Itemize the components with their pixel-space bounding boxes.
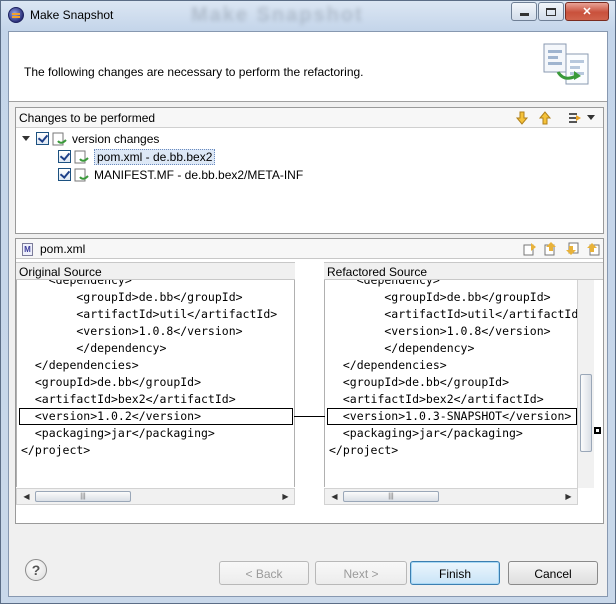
code-line: <artifactId>bex2</artifactId> <box>329 392 544 406</box>
code-line: </project> <box>329 443 399 457</box>
dialog-client-area: The following changes are necessary to p… <box>8 31 608 597</box>
close-icon: ✕ <box>582 6 592 18</box>
copy-all-right-to-left-icon[interactable] <box>522 241 538 257</box>
tree-item-pom[interactable]: pom.xml - de.bb.bex2 <box>58 148 216 165</box>
wizard-header: The following changes are necessary to p… <box>9 32 607 102</box>
compare-panel: M pom.xml Original Source Refactored Sou… <box>15 238 604 524</box>
checkbox-pom[interactable] <box>58 150 71 163</box>
diff-connector <box>294 416 325 417</box>
refactored-horizontal-scrollbar[interactable]: ◀ ||| ▶ <box>324 488 578 505</box>
file-change-icon <box>74 150 89 163</box>
changes-panel-title: Changes to be performed <box>19 111 156 125</box>
changes-panel-header: Changes to be performed <box>16 108 603 128</box>
window-title: Make Snapshot <box>30 8 114 22</box>
refactored-source-pane[interactable]: <dependency> <groupId>de.bb</groupId> <a… <box>324 280 578 487</box>
tree-item-version-changes[interactable]: version changes <box>22 130 159 147</box>
original-source-pane[interactable]: <dependency> <groupId>de.bb</groupId> <a… <box>16 280 295 487</box>
code-line: <packaging>jar</packaging> <box>329 426 523 440</box>
original-source-label: Original Source <box>16 262 295 280</box>
scroll-right-arrow-icon[interactable]: ▶ <box>561 489 576 504</box>
minimize-button[interactable] <box>511 2 537 21</box>
scrollbar-thumb[interactable]: ||| <box>35 491 131 502</box>
header-message: The following changes are necessary to p… <box>24 65 364 79</box>
previous-difference-icon[interactable] <box>585 241 601 257</box>
refactoring-wizard-icon <box>543 43 589 85</box>
scroll-left-arrow-icon[interactable]: ◀ <box>327 489 342 504</box>
tree-item-manifest[interactable]: MANIFEST.MF - de.bb.bex2/META-INF <box>58 166 303 183</box>
changes-panel: Changes to be performed version changes … <box>15 107 604 234</box>
code-line: <version>1.0.8</version> <box>329 324 551 338</box>
diff-gutter <box>294 280 325 487</box>
back-button[interactable]: < Back <box>219 561 309 585</box>
checkbox-version-changes[interactable] <box>36 132 49 145</box>
xml-file-icon: M <box>22 243 33 256</box>
code-line: <artifactId>util</artifactId> <box>21 307 278 321</box>
previous-change-icon[interactable] <box>537 110 553 126</box>
cancel-button[interactable]: Cancel <box>508 561 598 585</box>
code-line: <version>1.0.8</version> <box>21 324 243 338</box>
copy-current-change-icon[interactable] <box>543 241 559 257</box>
vertical-scrollbar[interactable] <box>577 280 594 488</box>
help-button[interactable]: ? <box>25 559 47 581</box>
changed-line-highlight <box>327 408 577 425</box>
code-line: <artifactId>util</artifactId> <box>329 307 578 321</box>
code-line: <groupId>de.bb</groupId> <box>21 375 202 389</box>
composite-change-icon <box>52 132 67 145</box>
code-line: <packaging>jar</packaging> <box>21 426 215 440</box>
next-button[interactable]: Next > <box>315 561 407 585</box>
finish-button[interactable]: Finish <box>410 561 500 585</box>
dialog-window: Make Snapshot Make Snapshot ✕ The follow… <box>0 0 616 604</box>
changed-line-highlight <box>19 408 293 425</box>
code-line: </project> <box>21 443 91 457</box>
close-button[interactable]: ✕ <box>565 2 609 21</box>
help-icon: ? <box>31 562 41 578</box>
tree-item-label: pom.xml - de.bb.bex2 <box>94 148 216 165</box>
checkbox-manifest[interactable] <box>58 168 71 181</box>
tree-item-label: MANIFEST.MF - de.bb.bex2/META-INF <box>94 167 304 182</box>
title-bar[interactable]: Make Snapshot Make Snapshot ✕ <box>1 1 615 31</box>
compare-file-title: pom.xml <box>40 242 86 256</box>
code-line: </dependency> <box>329 341 475 355</box>
code-line: </dependencies> <box>21 358 139 372</box>
refactored-source-label: Refactored Source <box>324 262 603 280</box>
scroll-right-arrow-icon[interactable]: ▶ <box>278 489 293 504</box>
view-menu-icon[interactable] <box>587 115 595 120</box>
file-change-icon <box>74 168 89 181</box>
change-filter-icon[interactable] <box>567 110 583 126</box>
code-line: <artifactId>bex2</artifactId> <box>21 392 236 406</box>
code-line: </dependency> <box>21 341 167 355</box>
maximize-icon <box>546 7 556 16</box>
scroll-left-arrow-icon[interactable]: ◀ <box>19 489 34 504</box>
minimize-icon <box>519 13 529 16</box>
code-line: <dependency> <box>21 280 132 287</box>
overview-change-marker[interactable] <box>594 427 601 434</box>
original-horizontal-scrollbar[interactable]: ◀ ||| ▶ <box>16 488 295 505</box>
code-line: </dependencies> <box>329 358 447 372</box>
next-change-icon[interactable] <box>514 110 530 126</box>
code-line: <groupId>de.bb</groupId> <box>329 375 510 389</box>
maximize-button[interactable] <box>538 2 564 21</box>
scrollbar-thumb[interactable]: ||| <box>343 491 439 502</box>
eclipse-icon <box>8 7 24 23</box>
expand-icon[interactable] <box>22 136 30 141</box>
tree-item-label: version changes <box>72 131 160 146</box>
code-line: <dependency> <box>329 280 440 287</box>
vertical-scrollbar-thumb[interactable] <box>580 374 592 452</box>
background-window-title: Make Snapshot <box>191 4 364 26</box>
code-line: <groupId>de.bb</groupId> <box>329 290 551 304</box>
code-line: <groupId>de.bb</groupId> <box>21 290 243 304</box>
next-difference-icon[interactable] <box>564 241 580 257</box>
compare-header: M pom.xml <box>16 239 603 259</box>
